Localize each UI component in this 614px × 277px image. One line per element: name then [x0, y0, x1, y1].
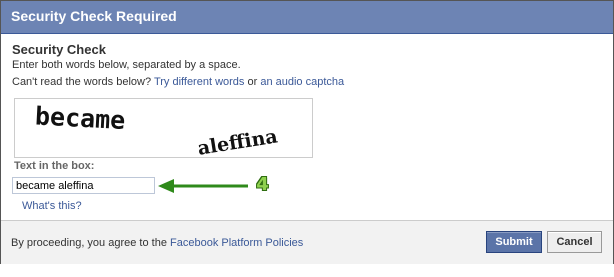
text-in-box-label: Text in the box:: [14, 160, 95, 172]
cancel-button[interactable]: Cancel: [547, 231, 602, 253]
step-4-badge: 4: [256, 174, 269, 195]
captcha-help-line: Can't read the words below? Try differen…: [12, 76, 344, 88]
whats-this-link[interactable]: What's this?: [22, 200, 82, 212]
dialog-footer: By proceeding, you agree to the Facebook…: [1, 220, 613, 264]
captcha-help-prefix: Can't read the words below?: [12, 76, 152, 88]
captcha-word-2: aleffina: [196, 125, 279, 157]
platform-policies-link[interactable]: Facebook Platform Policies: [170, 237, 303, 249]
step-5-badge: [401, 257, 418, 276]
submit-button[interactable]: Submit: [486, 231, 542, 253]
section-heading: Security Check: [12, 42, 106, 57]
try-different-words-link[interactable]: Try different words: [154, 76, 244, 88]
step-4-arrow-icon: [158, 179, 248, 193]
captcha-svg: became aleffina: [34, 101, 279, 157]
instruction-text: Enter both words below, separated by a s…: [12, 59, 241, 71]
captcha-image: became aleffina: [14, 98, 313, 158]
captcha-input[interactable]: [12, 177, 155, 194]
dialog-title: Security Check Required: [11, 8, 177, 24]
audio-captcha-link[interactable]: an audio captcha: [260, 76, 344, 88]
or-text: or: [247, 76, 258, 88]
security-check-dialog: Security Check Required Security Check E…: [0, 0, 614, 264]
captcha-word-1: became: [34, 101, 126, 135]
footer-text-prefix: By proceeding, you agree to the: [11, 237, 167, 249]
footer-text: By proceeding, you agree to the Facebook…: [11, 237, 303, 249]
dialog-titlebar: Security Check Required: [1, 1, 613, 34]
